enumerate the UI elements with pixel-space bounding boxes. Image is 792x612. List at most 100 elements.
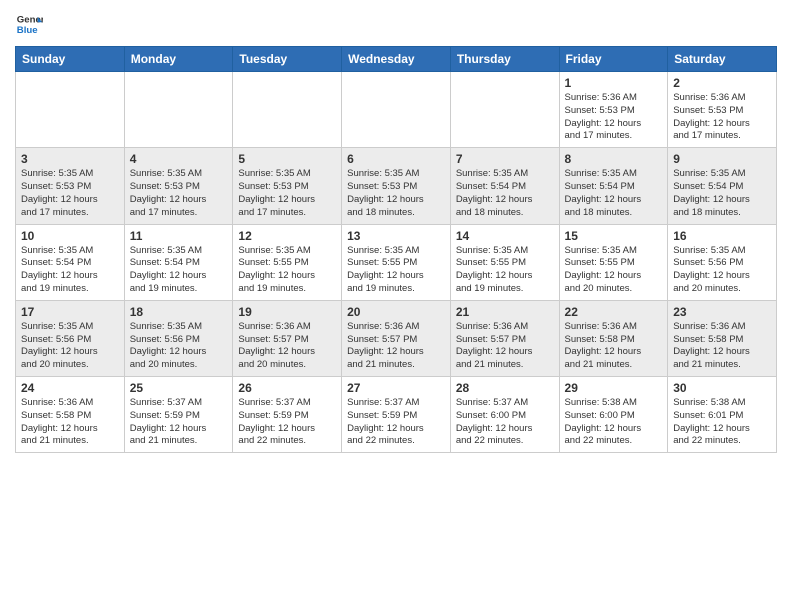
day-info: Sunrise: 5:35 AM Sunset: 5:55 PM Dayligh… [238, 245, 336, 296]
calendar-cell: 15Sunrise: 5:35 AM Sunset: 5:55 PM Dayli… [559, 224, 668, 300]
day-number: 29 [565, 381, 663, 395]
calendar-row-2: 3 Sunrise: 5:35 AM Sunset: 5:53 PM Daylig… [16, 148, 777, 224]
calendar-table: SundayMondayTuesdayWednesdayThursdayFrid… [15, 46, 777, 453]
day-info: Sunrise: 5:35 AM Sunset: 5:54 PM Dayligh… [456, 168, 554, 219]
calendar-cell [16, 72, 125, 148]
calendar-cell: 25 Sunrise: 5:37 AM Sunset: 5:59 PM Dayli… [124, 377, 233, 453]
day-number: 6 [347, 152, 445, 166]
calendar-cell: 22 Sunrise: 5:36 AM Sunset: 5:58 PM Dayli… [559, 300, 668, 376]
day-number: 12 [238, 229, 336, 243]
day-number: 24 [21, 381, 119, 395]
day-info: Sunrise: 5:36 AM Sunset: 5:53 PM Dayligh… [565, 92, 663, 143]
day-number: 18 [130, 305, 228, 319]
calendar-cell [342, 72, 451, 148]
calendar-cell: 2 Sunrise: 5:36 AM Sunset: 5:53 PM Daylig… [668, 72, 777, 148]
logo-icon: General Blue [15, 10, 43, 38]
calendar-cell: 28Sunrise: 5:37 AM Sunset: 6:00 PM Dayli… [450, 377, 559, 453]
calendar-cell: 12 Sunrise: 5:35 AM Sunset: 5:55 PM Dayli… [233, 224, 342, 300]
logo: General Blue [15, 10, 47, 38]
day-number: 11 [130, 229, 228, 243]
calendar-cell: 10Sunrise: 5:35 AM Sunset: 5:54 PM Dayli… [16, 224, 125, 300]
calendar-cell: 6 Sunrise: 5:35 AM Sunset: 5:53 PM Daylig… [342, 148, 451, 224]
day-number: 21 [456, 305, 554, 319]
calendar-cell: 21 Sunrise: 5:36 AM Sunset: 5:57 PM Dayli… [450, 300, 559, 376]
day-info: Sunrise: 5:36 AM Sunset: 5:58 PM Dayligh… [565, 321, 663, 372]
day-number: 5 [238, 152, 336, 166]
calendar-cell: 4 Sunrise: 5:35 AM Sunset: 5:53 PM Daylig… [124, 148, 233, 224]
day-number: 14 [456, 229, 554, 243]
day-info: Sunrise: 5:35 AM Sunset: 5:54 PM Dayligh… [673, 168, 771, 219]
day-number: 16 [673, 229, 771, 243]
day-info: Sunrise: 5:36 AM Sunset: 5:57 PM Dayligh… [347, 321, 445, 372]
day-info: Sunrise: 5:35 AM Sunset: 5:53 PM Dayligh… [238, 168, 336, 219]
day-number: 3 [21, 152, 119, 166]
day-info: Sunrise: 5:35 AM Sunset: 5:53 PM Dayligh… [347, 168, 445, 219]
day-info: Sunrise: 5:35 AM Sunset: 5:55 PM Dayligh… [456, 245, 554, 296]
calendar-body: 1 Sunrise: 5:36 AM Sunset: 5:53 PM Daylig… [16, 72, 777, 453]
calendar-cell: 17 Sunrise: 5:35 AM Sunset: 5:56 PM Dayli… [16, 300, 125, 376]
calendar-cell: 7Sunrise: 5:35 AM Sunset: 5:54 PM Daylig… [450, 148, 559, 224]
day-number: 30 [673, 381, 771, 395]
calendar-cell: 14 Sunrise: 5:35 AM Sunset: 5:55 PM Dayli… [450, 224, 559, 300]
day-info: Sunrise: 5:38 AM Sunset: 6:00 PM Dayligh… [565, 397, 663, 448]
day-number: 28 [456, 381, 554, 395]
weekday-friday: Friday [559, 47, 668, 72]
calendar-cell: 11 Sunrise: 5:35 AM Sunset: 5:54 PM Dayli… [124, 224, 233, 300]
header: General Blue [15, 10, 777, 38]
day-number: 15 [565, 229, 663, 243]
day-info: Sunrise: 5:36 AM Sunset: 5:57 PM Dayligh… [238, 321, 336, 372]
calendar-cell: 30Sunrise: 5:38 AM Sunset: 6:01 PM Dayli… [668, 377, 777, 453]
day-number: 1 [565, 76, 663, 90]
calendar-cell: 29 Sunrise: 5:38 AM Sunset: 6:00 PM Dayli… [559, 377, 668, 453]
day-info: Sunrise: 5:35 AM Sunset: 5:56 PM Dayligh… [21, 321, 119, 372]
day-info: Sunrise: 5:36 AM Sunset: 5:58 PM Dayligh… [673, 321, 771, 372]
day-number: 9 [673, 152, 771, 166]
day-number: 2 [673, 76, 771, 90]
svg-text:Blue: Blue [17, 25, 38, 36]
calendar-cell: 16 Sunrise: 5:35 AM Sunset: 5:56 PM Dayli… [668, 224, 777, 300]
day-info: Sunrise: 5:37 AM Sunset: 5:59 PM Dayligh… [238, 397, 336, 448]
day-number: 20 [347, 305, 445, 319]
weekday-header-row: SundayMondayTuesdayWednesdayThursdayFrid… [16, 47, 777, 72]
day-info: Sunrise: 5:35 AM Sunset: 5:56 PM Dayligh… [673, 245, 771, 296]
calendar-cell: 1 Sunrise: 5:36 AM Sunset: 5:53 PM Daylig… [559, 72, 668, 148]
day-number: 27 [347, 381, 445, 395]
day-info: Sunrise: 5:36 AM Sunset: 5:58 PM Dayligh… [21, 397, 119, 448]
calendar-cell [450, 72, 559, 148]
day-info: Sunrise: 5:36 AM Sunset: 5:53 PM Dayligh… [673, 92, 771, 143]
day-number: 19 [238, 305, 336, 319]
day-number: 4 [130, 152, 228, 166]
calendar-cell: 8Sunrise: 5:35 AM Sunset: 5:54 PM Daylig… [559, 148, 668, 224]
calendar-cell [124, 72, 233, 148]
day-number: 17 [21, 305, 119, 319]
calendar-cell: 5 Sunrise: 5:35 AM Sunset: 5:53 PM Daylig… [233, 148, 342, 224]
calendar-header: SundayMondayTuesdayWednesdayThursdayFrid… [16, 47, 777, 72]
day-info: Sunrise: 5:35 AM Sunset: 5:54 PM Dayligh… [21, 245, 119, 296]
day-info: Sunrise: 5:35 AM Sunset: 5:53 PM Dayligh… [130, 168, 228, 219]
calendar-cell: 23 Sunrise: 5:36 AM Sunset: 5:58 PM Dayli… [668, 300, 777, 376]
weekday-thursday: Thursday [450, 47, 559, 72]
weekday-tuesday: Tuesday [233, 47, 342, 72]
page: General Blue SundayMondayTuesdayWednesda… [0, 0, 792, 612]
day-info: Sunrise: 5:37 AM Sunset: 5:59 PM Dayligh… [130, 397, 228, 448]
weekday-saturday: Saturday [668, 47, 777, 72]
calendar-cell [233, 72, 342, 148]
day-info: Sunrise: 5:37 AM Sunset: 5:59 PM Dayligh… [347, 397, 445, 448]
calendar-cell: 27 Sunrise: 5:37 AM Sunset: 5:59 PM Dayli… [342, 377, 451, 453]
day-info: Sunrise: 5:35 AM Sunset: 5:56 PM Dayligh… [130, 321, 228, 372]
calendar-row-3: 10Sunrise: 5:35 AM Sunset: 5:54 PM Dayli… [16, 224, 777, 300]
calendar-cell: 13 Sunrise: 5:35 AM Sunset: 5:55 PM Dayli… [342, 224, 451, 300]
calendar-cell: 9 Sunrise: 5:35 AM Sunset: 5:54 PM Daylig… [668, 148, 777, 224]
calendar-cell: 24 Sunrise: 5:36 AM Sunset: 5:58 PM Dayli… [16, 377, 125, 453]
calendar-cell: 19 Sunrise: 5:36 AM Sunset: 5:57 PM Dayli… [233, 300, 342, 376]
weekday-wednesday: Wednesday [342, 47, 451, 72]
day-number: 23 [673, 305, 771, 319]
day-info: Sunrise: 5:35 AM Sunset: 5:55 PM Dayligh… [347, 245, 445, 296]
day-number: 25 [130, 381, 228, 395]
day-info: Sunrise: 5:35 AM Sunset: 5:54 PM Dayligh… [130, 245, 228, 296]
day-info: Sunrise: 5:36 AM Sunset: 5:57 PM Dayligh… [456, 321, 554, 372]
day-number: 13 [347, 229, 445, 243]
calendar-row-4: 17 Sunrise: 5:35 AM Sunset: 5:56 PM Dayli… [16, 300, 777, 376]
weekday-sunday: Sunday [16, 47, 125, 72]
day-number: 22 [565, 305, 663, 319]
